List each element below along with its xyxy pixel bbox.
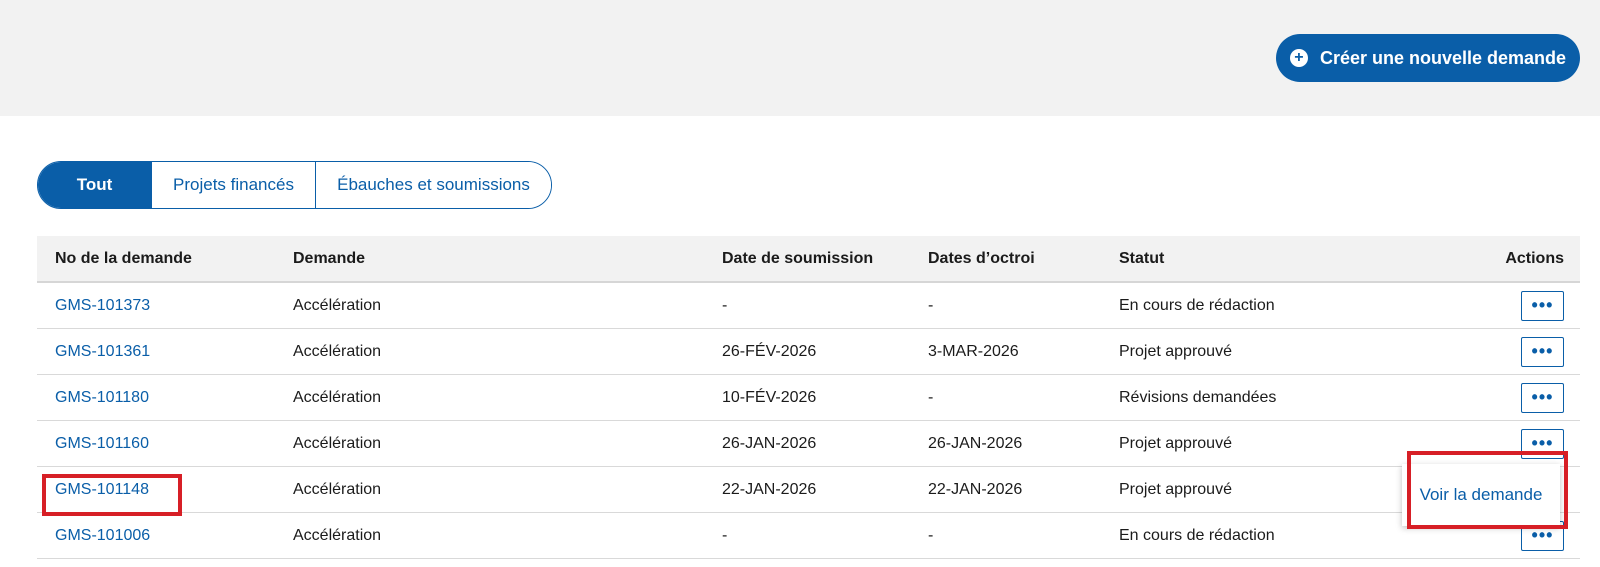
submission-date: - xyxy=(722,296,728,314)
view-request-menu-item[interactable]: Voir la demande xyxy=(1402,464,1560,526)
table-row: GMS-101160 Accélération 26-JAN-2026 26-J… xyxy=(37,421,1580,467)
table-row: GMS-101373 Accélération - - En cours de … xyxy=(37,283,1580,329)
column-header-grant-dates: Dates d’octroi xyxy=(928,249,1035,267)
status-text: Projet approuvé xyxy=(1119,342,1232,360)
filter-tabs: Tout Projets financés Ébauches et soumis… xyxy=(37,161,552,209)
request-id-link[interactable]: GMS-101180 xyxy=(55,375,149,420)
request-type: Accélération xyxy=(293,434,382,452)
submission-date: 10-FÉV-2026 xyxy=(722,388,817,406)
column-header-submission-date: Date de soumission xyxy=(722,249,874,267)
request-type: Accélération xyxy=(293,296,382,314)
ellipsis-icon[interactable]: ••• xyxy=(1521,428,1564,459)
request-id-link[interactable]: GMS-101361 xyxy=(55,329,150,374)
grant-date: 22-JAN-2026 xyxy=(928,480,1023,498)
request-id-link[interactable]: GMS-101160 xyxy=(55,421,149,466)
request-id-link[interactable]: GMS-101006 xyxy=(55,513,150,558)
request-type: Accélération xyxy=(293,526,382,544)
grant-date: - xyxy=(928,296,934,314)
table-header: No de la demande Demande Date de soumiss… xyxy=(37,236,1580,283)
page-title-fragment xyxy=(232,0,242,8)
table-row: GMS-101006 Accélération - - En cours de … xyxy=(37,513,1580,559)
column-header-status: Statut xyxy=(1119,249,1165,267)
column-header-request: Demande xyxy=(293,249,366,267)
request-type: Accélération xyxy=(293,480,382,498)
ellipsis-icon[interactable]: ••• xyxy=(1521,382,1564,413)
request-id-link[interactable]: GMS-101148 xyxy=(55,467,149,512)
grant-date: - xyxy=(928,388,934,406)
status-text: En cours de rédaction xyxy=(1119,296,1275,314)
grant-date: - xyxy=(928,526,934,544)
request-type: Accélération xyxy=(293,342,382,360)
table-row: GMS-101361 Accélération 26-FÉV-2026 3-MA… xyxy=(37,329,1580,375)
grant-date: 26-JAN-2026 xyxy=(928,434,1023,452)
table-row: GMS-101148 Accélération 22-JAN-2026 22-J… xyxy=(37,467,1580,513)
column-header-request-number: No de la demande xyxy=(55,249,192,267)
tab-drafts-submissions[interactable]: Ébauches et soumissions xyxy=(315,162,551,208)
ellipsis-icon[interactable]: ••• xyxy=(1521,336,1564,367)
create-button-label: Créer une nouvelle demande xyxy=(1319,47,1567,68)
create-new-request-button[interactable]: + Créer une nouvelle demande xyxy=(1276,34,1580,82)
table-row: GMS-101180 Accélération 10-FÉV-2026 - Ré… xyxy=(37,375,1580,421)
status-text: Projet approuvé xyxy=(1119,434,1232,452)
tab-all[interactable]: Tout xyxy=(38,162,151,208)
status-text: En cours de rédaction xyxy=(1119,526,1275,544)
page-header-band: + Créer une nouvelle demande xyxy=(0,0,1600,116)
plus-circle-icon: + xyxy=(1289,49,1308,67)
status-text: Projet approuvé xyxy=(1119,480,1232,498)
request-type: Accélération xyxy=(293,388,382,406)
status-text: Révisions demandées xyxy=(1119,388,1277,406)
ellipsis-icon[interactable]: ••• xyxy=(1521,290,1564,321)
column-header-actions: Actions xyxy=(1505,249,1564,267)
tab-funded-projects[interactable]: Projets financés xyxy=(151,162,315,208)
submission-date: 26-JAN-2026 xyxy=(722,434,817,452)
requests-table: No de la demande Demande Date de soumiss… xyxy=(37,236,1580,559)
grant-date: 3-MAR-2026 xyxy=(928,342,1019,360)
request-id-link[interactable]: GMS-101373 xyxy=(55,283,150,328)
submission-date: 22-JAN-2026 xyxy=(722,480,817,498)
submission-date: - xyxy=(722,526,728,544)
submission-date: 26-FÉV-2026 xyxy=(722,342,817,360)
